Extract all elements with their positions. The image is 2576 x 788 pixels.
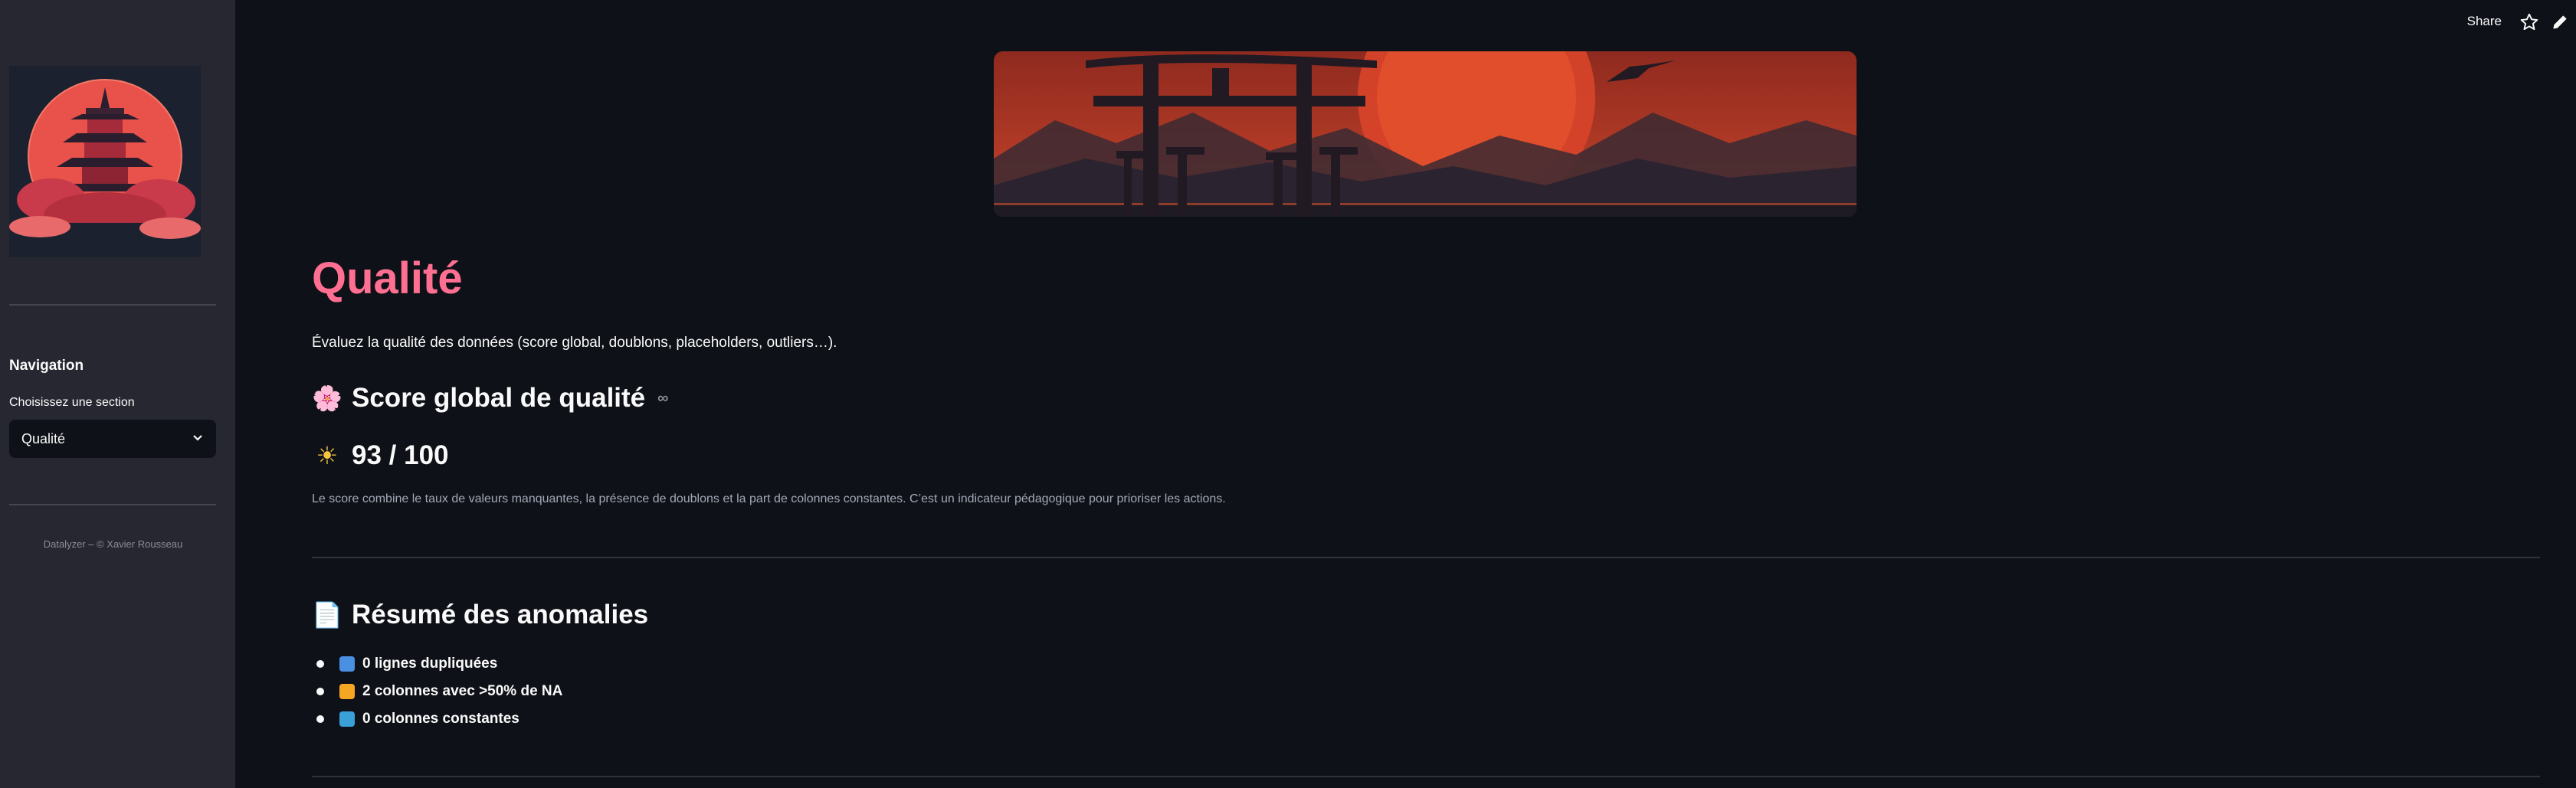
list-item: 0 lignes dupliquées [312, 650, 562, 678]
document-icon: 📄 [312, 600, 342, 629]
pagoda-logo-image [9, 66, 201, 257]
score-section-heading: 🌸 Score global de qualité ∞ [312, 383, 668, 414]
duplicate-icon [339, 656, 355, 672]
share-button[interactable]: Share [2467, 14, 2502, 29]
anomaly-list: 0 lignes dupliquées 2 colonnes avec >50%… [312, 650, 562, 733]
list-item: 0 colonnes constantes [312, 705, 562, 733]
sidebar-divider [9, 504, 216, 505]
score-value-heading: ☀ 93 / 100 [312, 440, 449, 471]
bullet-icon [316, 660, 324, 668]
pencil-icon[interactable] [2550, 12, 2570, 32]
page-title: Qualité [312, 253, 463, 303]
score-value-text: 93 / 100 [352, 440, 449, 470]
score-explanation: Le score combine le taux de valeurs manq… [312, 492, 1226, 505]
sidebar-divider [9, 304, 216, 306]
anomaly-label: 0 lignes dupliquées [362, 656, 498, 672]
main-divider [312, 776, 2540, 777]
anomalies-section-heading: 📄 Résumé des anomalies [312, 600, 648, 630]
flower-icon: 🌸 [312, 384, 342, 413]
cube-icon [339, 711, 355, 727]
nav-title: Navigation [9, 358, 84, 374]
page-description: Évaluez la qualité des données (score gl… [312, 335, 837, 351]
torii-banner-image [994, 51, 1857, 217]
sun-icon: ☀ [316, 441, 339, 470]
anomaly-label: 2 colonnes avec >50% de NA [362, 683, 563, 699]
anomaly-label: 0 colonnes constantes [362, 711, 519, 727]
bullet-icon [316, 715, 324, 723]
orange-square-icon [339, 684, 355, 699]
score-heading-text: Score global de qualité [352, 383, 646, 413]
chevron-down-icon [192, 431, 204, 447]
section-select-value: Qualité [21, 430, 66, 446]
section-select-label: Choisissez une section [9, 396, 135, 409]
anchor-link-icon[interactable]: ∞ [657, 390, 668, 407]
star-icon[interactable] [2519, 12, 2539, 32]
main-divider [312, 557, 2540, 558]
list-item: 2 colonnes avec >50% de NA [312, 678, 562, 705]
anomalies-heading-text: Résumé des anomalies [352, 600, 649, 629]
sidebar-footer: Datalyzer – © Xavier Rousseau [43, 538, 183, 550]
section-select[interactable]: Qualité [9, 420, 216, 458]
sidebar: Navigation Choisissez une section Qualit… [0, 0, 235, 788]
bullet-icon [316, 688, 324, 695]
